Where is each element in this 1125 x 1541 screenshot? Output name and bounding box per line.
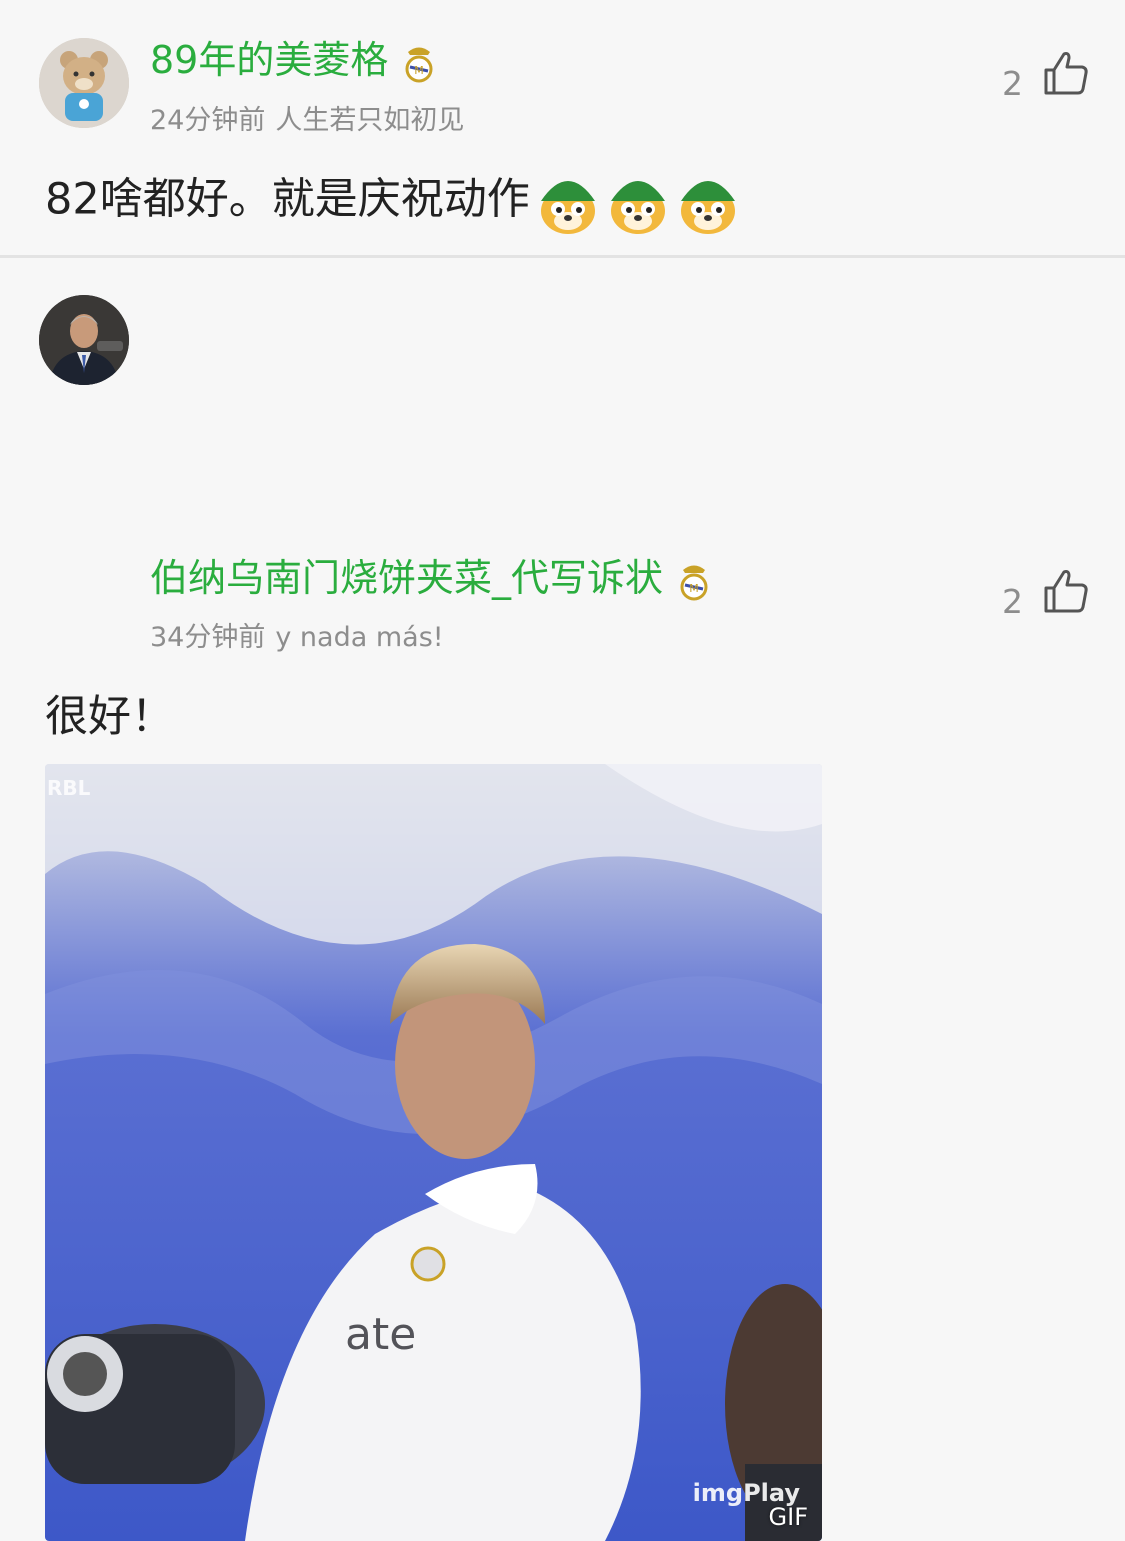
doge-helmet-emoji-icon xyxy=(536,167,600,237)
doge-helmet-emoji-icon xyxy=(606,167,670,237)
man-in-suit-avatar-icon xyxy=(39,295,129,385)
like-count: 2 xyxy=(1002,582,1023,621)
username[interactable]: 89年的美菱格 M xyxy=(150,37,436,83)
username-text[interactable]: 89年的美菱格 xyxy=(150,38,388,82)
svg-text:ate: ate xyxy=(345,1309,416,1360)
comment-text: 82啥都好。就是庆祝动作 xyxy=(45,167,740,237)
username-text[interactable]: 伯纳乌南门烧饼夹菜_代写诉状 xyxy=(150,556,663,600)
comment-time: 34分钟前 xyxy=(150,622,266,653)
real-madrid-badge-icon: M xyxy=(677,561,711,601)
comment-time: 24分钟前 xyxy=(150,105,266,136)
comment-meta: 34分钟前 y nada más! xyxy=(150,615,444,654)
thumbs-up-icon xyxy=(1044,51,1088,94)
svg-text:M: M xyxy=(689,582,699,595)
username[interactable]: 伯纳乌南门烧饼夹菜_代写诉状 M xyxy=(150,555,711,601)
football-player-gif-frame: ate xyxy=(45,764,822,1541)
doge-helmet-emoji-icon xyxy=(676,167,740,237)
comment-text-content: 82啥都好。就是庆祝动作 xyxy=(45,174,530,225)
comment-item: 伯纳乌南门烧饼夹菜_代写诉状 M 34分钟前 y nada más! 2 很好！ xyxy=(0,258,1125,1541)
comment-text: 很好！ xyxy=(45,692,174,742)
svg-text:M: M xyxy=(415,64,425,77)
gif-tag: GIF xyxy=(768,1503,808,1531)
comment-meta: 24分钟前 人生若只如初见 xyxy=(150,98,464,137)
like-button[interactable]: 2 xyxy=(1002,42,1089,103)
bear-avatar-icon xyxy=(39,38,129,128)
user-signature: 人生若只如初见 xyxy=(275,105,465,136)
real-madrid-badge-icon: M xyxy=(402,43,436,83)
like-button[interactable]: 2 xyxy=(1002,560,1089,621)
gif-image[interactable]: ate RBL imgPlay GIF xyxy=(45,764,822,1541)
thumbs-up-icon xyxy=(1044,569,1088,612)
gif-corner-label: RBL xyxy=(47,776,91,800)
like-count: 2 xyxy=(1002,64,1023,103)
user-avatar[interactable] xyxy=(39,38,129,128)
user-signature: y nada más! xyxy=(275,622,444,653)
user-avatar[interactable] xyxy=(39,295,129,385)
comment-item: 89年的美菱格 M 24分钟前 人生若只如初见 2 82啥都好。就是庆祝动作 xyxy=(0,0,1125,258)
